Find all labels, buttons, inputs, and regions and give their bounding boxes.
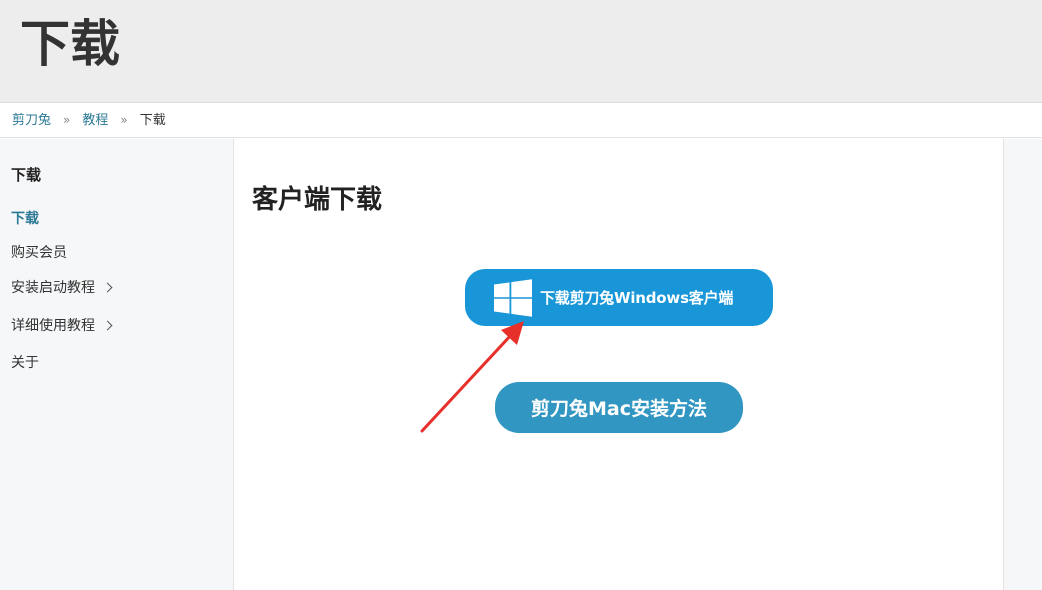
breadcrumb-separator: » (63, 112, 71, 127)
breadcrumb-home-link[interactable]: 剪刀兔 (12, 103, 51, 138)
sidebar-item-install-tutorial[interactable]: 安装启动教程 (11, 277, 113, 297)
breadcrumb-tutorial-link[interactable]: 教程 (82, 103, 108, 138)
breadcrumb-current: 下载 (139, 112, 166, 128)
chevron-right-icon (102, 320, 113, 330)
windows-logo-icon (494, 278, 532, 317)
sidebar-item-about[interactable]: 关于 (11, 352, 39, 372)
page-header: 下载 (0, 0, 1042, 103)
section-heading: 客户端下载 (252, 185, 383, 215)
sidebar-item-label: 关于 (11, 355, 39, 371)
sidebar-item-buy-membership[interactable]: 购买会员 (11, 242, 67, 262)
mac-install-button[interactable]: 剪刀兔Mac安装方法 (495, 382, 743, 433)
breadcrumb-separator: » (120, 112, 128, 127)
sidebar-item-label: 详细使用教程 (11, 318, 95, 334)
sidebar-item-usage-tutorial[interactable]: 详细使用教程 (11, 315, 113, 335)
download-windows-label: 下载剪刀兔Windows客户端 (540, 289, 734, 307)
download-windows-button[interactable]: 下载剪刀兔Windows客户端 (465, 269, 773, 326)
sidebar-item-label: 下载 (11, 211, 39, 227)
right-gutter (1003, 139, 1042, 590)
sidebar-item-label: 安装启动教程 (11, 280, 95, 296)
sidebar-item-label: 购买会员 (11, 245, 67, 261)
sidebar-title: 下载 (11, 166, 42, 184)
page-title: 下载 (20, 15, 120, 73)
sidebar: 下载 下载 购买会员 安装启动教程 详细使用教程 关于 (0, 139, 234, 590)
sidebar-item-download[interactable]: 下载 (11, 208, 39, 228)
chevron-right-icon (102, 282, 113, 292)
breadcrumb: 剪刀兔 » 教程 » 下载 (0, 103, 1042, 138)
mac-install-label: 剪刀兔Mac安装方法 (531, 398, 707, 420)
